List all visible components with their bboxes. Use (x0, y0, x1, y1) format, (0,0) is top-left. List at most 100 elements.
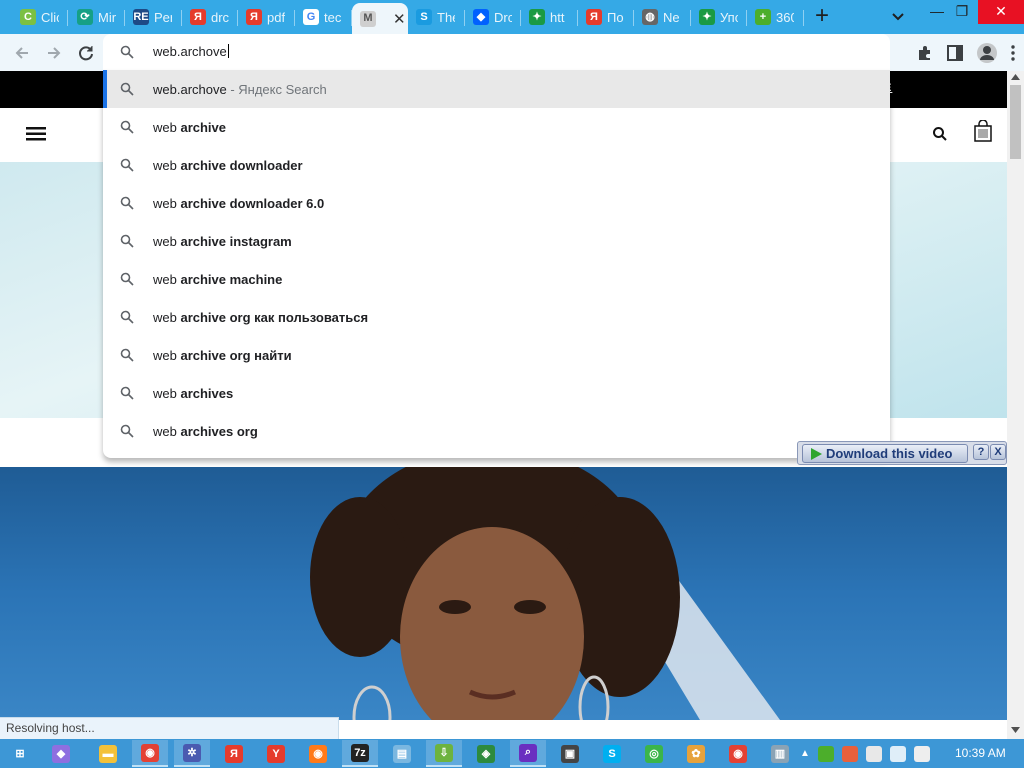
browser-tab[interactable]: C Clic (12, 3, 68, 31)
site-search-icon[interactable] (932, 126, 948, 142)
scroll-thumb[interactable] (1010, 85, 1021, 159)
suggestion-item[interactable]: web archives (103, 374, 890, 412)
suggestion-item[interactable]: web archive downloader 6.0 (103, 184, 890, 222)
media-icon: ▣ (561, 744, 579, 763)
close-window-button[interactable]: ✕ (978, 0, 1024, 24)
hamburger-menu-icon[interactable] (26, 127, 46, 141)
taskbar-start[interactable]: ⊞ (2, 740, 38, 767)
tray-flag-icon[interactable] (865, 745, 882, 762)
download-video-button[interactable]: Download this video (802, 444, 968, 463)
side-panel-icon[interactable] (946, 44, 964, 62)
tray-expand-icon[interactable]: ▲ (800, 748, 810, 759)
search-icon (120, 272, 134, 286)
browser-tab[interactable]: S The (408, 3, 465, 31)
browser-tab[interactable]: ✦ htt (521, 3, 578, 31)
browser-tab[interactable]: Gtec (295, 3, 352, 31)
more-menu-icon[interactable] (1010, 44, 1016, 62)
taskbar-globe[interactable]: ◈ (468, 740, 504, 767)
close-widget-button[interactable]: X (990, 444, 1006, 460)
browser-tab[interactable]: Яpdf (238, 3, 295, 31)
tab-favicon-icon: G (303, 9, 319, 25)
taskbar-yandex-browser[interactable]: Y (258, 740, 294, 767)
download-video-label: Download this video (826, 446, 953, 461)
taskbar-search-app[interactable]: ⌕ (510, 740, 546, 767)
scroll-down-arrow-icon[interactable] (1011, 727, 1020, 733)
back-arrow-icon[interactable] (11, 42, 33, 64)
suggestion-item[interactable]: web archive machine (103, 260, 890, 298)
browser-tab[interactable]: ⟳ Mir (69, 3, 125, 31)
suggestion-item[interactable]: web archive (103, 108, 890, 146)
search-icon (120, 348, 134, 362)
suggestion-item[interactable]: web archive org найти (103, 336, 890, 374)
taskbar-chrome[interactable]: ◉ (132, 740, 168, 767)
taskbar-downloader[interactable]: ⇩ (426, 740, 462, 767)
yandex-icon: Я (225, 744, 243, 763)
taskbar-bin[interactable]: ▥ (762, 740, 798, 767)
suggestion-item[interactable]: web archive instagram (103, 222, 890, 260)
browser-tab[interactable]: +360 (747, 3, 804, 31)
taskbar-green-app[interactable]: ◎ (636, 740, 672, 767)
new-tab-button[interactable]: + (808, 3, 836, 31)
tray-app-icon[interactable] (841, 745, 858, 762)
forward-arrow-icon[interactable] (43, 42, 65, 64)
suggestion-text: web archive (153, 120, 226, 135)
settings-icon: ✲ (183, 743, 201, 762)
help-button[interactable]: ? (973, 444, 989, 460)
tab-title: По (607, 9, 624, 25)
suggestion-item[interactable]: web archives org (103, 412, 890, 450)
reload-icon[interactable] (75, 42, 97, 64)
taskbar-photos[interactable]: ✿ (678, 740, 714, 767)
extensions-puzzle-icon[interactable] (916, 44, 934, 62)
taskbar-notepad[interactable]: ▤ (384, 740, 420, 767)
tab-favicon-icon: S (416, 9, 432, 25)
browser-tab[interactable]: Я По (578, 3, 634, 31)
tab-title: htt (550, 9, 565, 25)
tab-favicon-icon: ◆ (473, 9, 489, 25)
address-input[interactable]: web.archove (153, 44, 229, 59)
tray-volume-muted-icon[interactable] (913, 745, 930, 762)
suggestion-completion: archive (180, 120, 227, 135)
restore-button[interactable]: ❐ (947, 0, 977, 24)
system-tray: ▲ (800, 739, 930, 768)
taskbar-cortana[interactable]: ◆ (43, 740, 79, 767)
browser-tab[interactable]: RE Per (125, 3, 182, 31)
close-tab-icon[interactable]: ✕ (393, 10, 406, 28)
suggestion-completion: archive downloader (180, 158, 303, 173)
notepad-icon: ▤ (393, 744, 411, 763)
scroll-up-arrow-icon[interactable] (1011, 74, 1020, 80)
tab-search-chevron-icon[interactable] (888, 6, 908, 26)
tray-network-icon[interactable] (889, 745, 906, 762)
browser-tab[interactable]: ✦ Упс (691, 3, 747, 31)
tab-favicon-icon: ◍ (642, 9, 658, 25)
suggestion-completion: archive org найти (180, 348, 292, 363)
taskbar-chrome-2[interactable]: ◉ (720, 740, 756, 767)
suggestion-item[interactable]: web archive org как пользоваться (103, 298, 890, 336)
shopping-bag-icon[interactable] (974, 120, 992, 142)
suggestion-text: web archives org (153, 424, 258, 439)
tab-title: The (437, 9, 455, 25)
suggestion-item[interactable]: web archive downloader (103, 146, 890, 184)
taskbar-clock[interactable]: 10:39 AM (955, 746, 1006, 760)
tab-title: pdf (267, 9, 285, 25)
green-app-icon: ◎ (645, 744, 663, 763)
taskbar-firefox[interactable]: ◉ (300, 740, 336, 767)
profile-avatar-icon[interactable] (976, 42, 998, 64)
browser-tab[interactable]: ◆ Drc (465, 3, 521, 31)
suggestion-item[interactable]: web.archove - Яндекс Search (103, 70, 890, 108)
browser-tab[interactable]: ◍ Ne (634, 3, 691, 31)
taskbar-skype[interactable]: S (594, 740, 630, 767)
tab-separator (67, 10, 68, 26)
browser-tab[interactable]: M ✕ (352, 3, 408, 34)
tray-360-icon[interactable] (817, 745, 834, 762)
search-icon (120, 158, 134, 172)
address-bar[interactable]: web.archove (103, 34, 890, 70)
browser-tab[interactable]: Яdrc (182, 3, 238, 31)
taskbar-yandex[interactable]: Я (216, 740, 252, 767)
suggestion-typed-part: web (153, 310, 181, 325)
taskbar-media[interactable]: ▣ (552, 740, 588, 767)
taskbar-explorer[interactable]: ▬ (90, 740, 126, 767)
taskbar-7zip[interactable]: 7z (342, 740, 378, 767)
taskbar-settings[interactable]: ✲ (174, 740, 210, 767)
page-scrollbar[interactable] (1007, 71, 1024, 740)
tab-title: drc (211, 9, 229, 25)
